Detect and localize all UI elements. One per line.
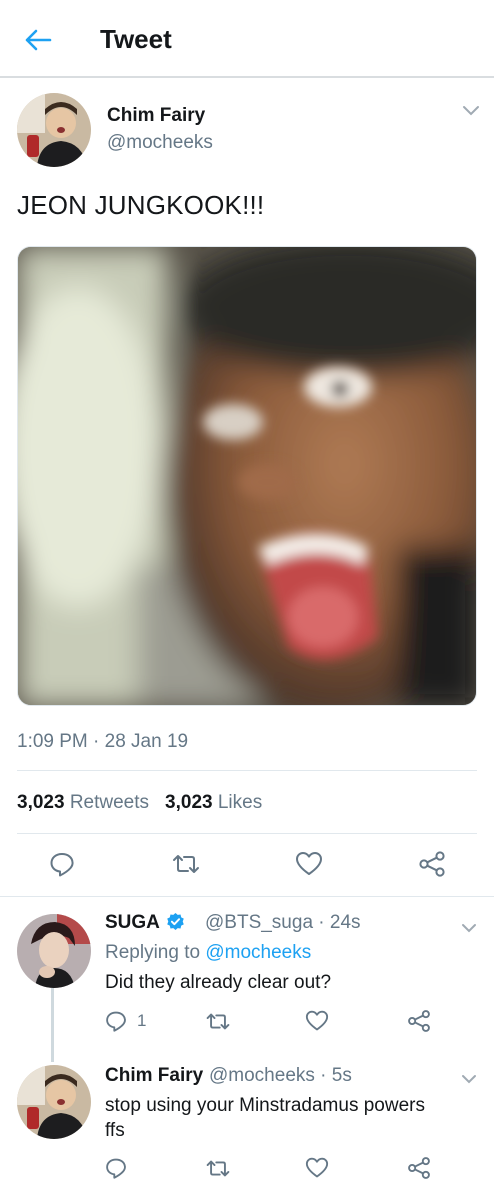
replying-to-link[interactable]: @mocheeks bbox=[205, 942, 311, 963]
tweet-stats: 3,023 Retweets 3,023 Likes bbox=[17, 792, 262, 814]
like-button[interactable] bbox=[291, 848, 327, 880]
reply-like-button[interactable] bbox=[302, 1154, 332, 1182]
reply-like-button[interactable] bbox=[302, 1007, 332, 1035]
heart-icon bbox=[296, 852, 322, 875]
share-button[interactable] bbox=[414, 848, 450, 880]
blurred-face-image bbox=[18, 247, 476, 705]
share-icon bbox=[408, 1157, 430, 1179]
reply-icon bbox=[106, 1158, 126, 1179]
reply-share-button[interactable] bbox=[404, 1153, 434, 1183]
reply-author-name[interactable]: Chim Fairy bbox=[105, 1065, 203, 1087]
replying-to: Replying to @mocheeks bbox=[105, 942, 312, 963]
share-icon bbox=[408, 1010, 430, 1032]
top-bar: Tweet bbox=[0, 0, 494, 78]
chevron-down-icon bbox=[462, 1075, 476, 1084]
tweet-timestamp: 1:09 PM · 28 Jan 19 bbox=[17, 731, 189, 752]
reply-reply-button[interactable] bbox=[101, 1007, 131, 1035]
divider bbox=[17, 770, 477, 771]
reply-menu-button[interactable] bbox=[461, 921, 477, 939]
reply-author-name[interactable]: SUGA bbox=[105, 912, 185, 934]
chevron-down-icon bbox=[462, 924, 476, 933]
reply-avatar[interactable] bbox=[17, 914, 91, 988]
share-icon bbox=[419, 851, 445, 877]
divider bbox=[0, 896, 494, 897]
divider bbox=[17, 833, 477, 834]
reply-text: Did they already clear out? bbox=[105, 972, 332, 993]
tweet-menu-button[interactable] bbox=[462, 104, 480, 122]
reply-handle-time: @BTS_suga · 24s bbox=[205, 912, 361, 933]
tweet-image[interactable] bbox=[17, 246, 477, 706]
verified-badge-icon bbox=[167, 912, 185, 931]
reply-button[interactable] bbox=[44, 848, 80, 880]
reply-text: stop using your Minstradamus powers ffs bbox=[105, 1095, 425, 1141]
reply-reply-button[interactable] bbox=[101, 1154, 131, 1182]
chevron-down-icon bbox=[463, 106, 479, 116]
author-handle[interactable]: @mocheeks bbox=[107, 132, 213, 154]
author-avatar[interactable] bbox=[17, 93, 91, 167]
heart-icon bbox=[305, 1157, 329, 1178]
reply-icon bbox=[106, 1011, 126, 1032]
thread-line bbox=[51, 988, 54, 1062]
likes-stat[interactable]: 3,023 Likes bbox=[165, 792, 262, 814]
retweet-icon bbox=[206, 1160, 230, 1176]
reply-count: 1 bbox=[137, 1011, 147, 1030]
heart-icon bbox=[305, 1010, 329, 1031]
author-name[interactable]: Chim Fairy bbox=[107, 105, 205, 127]
retweet-button[interactable] bbox=[168, 848, 204, 880]
reply-retweet-button[interactable] bbox=[202, 1154, 234, 1182]
reply-menu-button[interactable] bbox=[461, 1072, 477, 1090]
retweets-stat[interactable]: 3,023 Retweets bbox=[17, 792, 149, 814]
reply-avatar[interactable] bbox=[17, 1065, 91, 1139]
reply-icon bbox=[50, 853, 74, 877]
back-button[interactable] bbox=[22, 24, 54, 56]
page-title: Tweet bbox=[100, 24, 172, 54]
reply-share-button[interactable] bbox=[404, 1006, 434, 1036]
tweet-text: JEON JUNGKOOK!!! bbox=[17, 190, 265, 220]
reply-handle-time: @mocheeks · 5s bbox=[209, 1065, 352, 1086]
reply-retweet-button[interactable] bbox=[202, 1007, 234, 1035]
arrow-left-icon bbox=[25, 29, 52, 51]
retweet-icon bbox=[173, 855, 199, 873]
retweet-icon bbox=[206, 1013, 230, 1029]
